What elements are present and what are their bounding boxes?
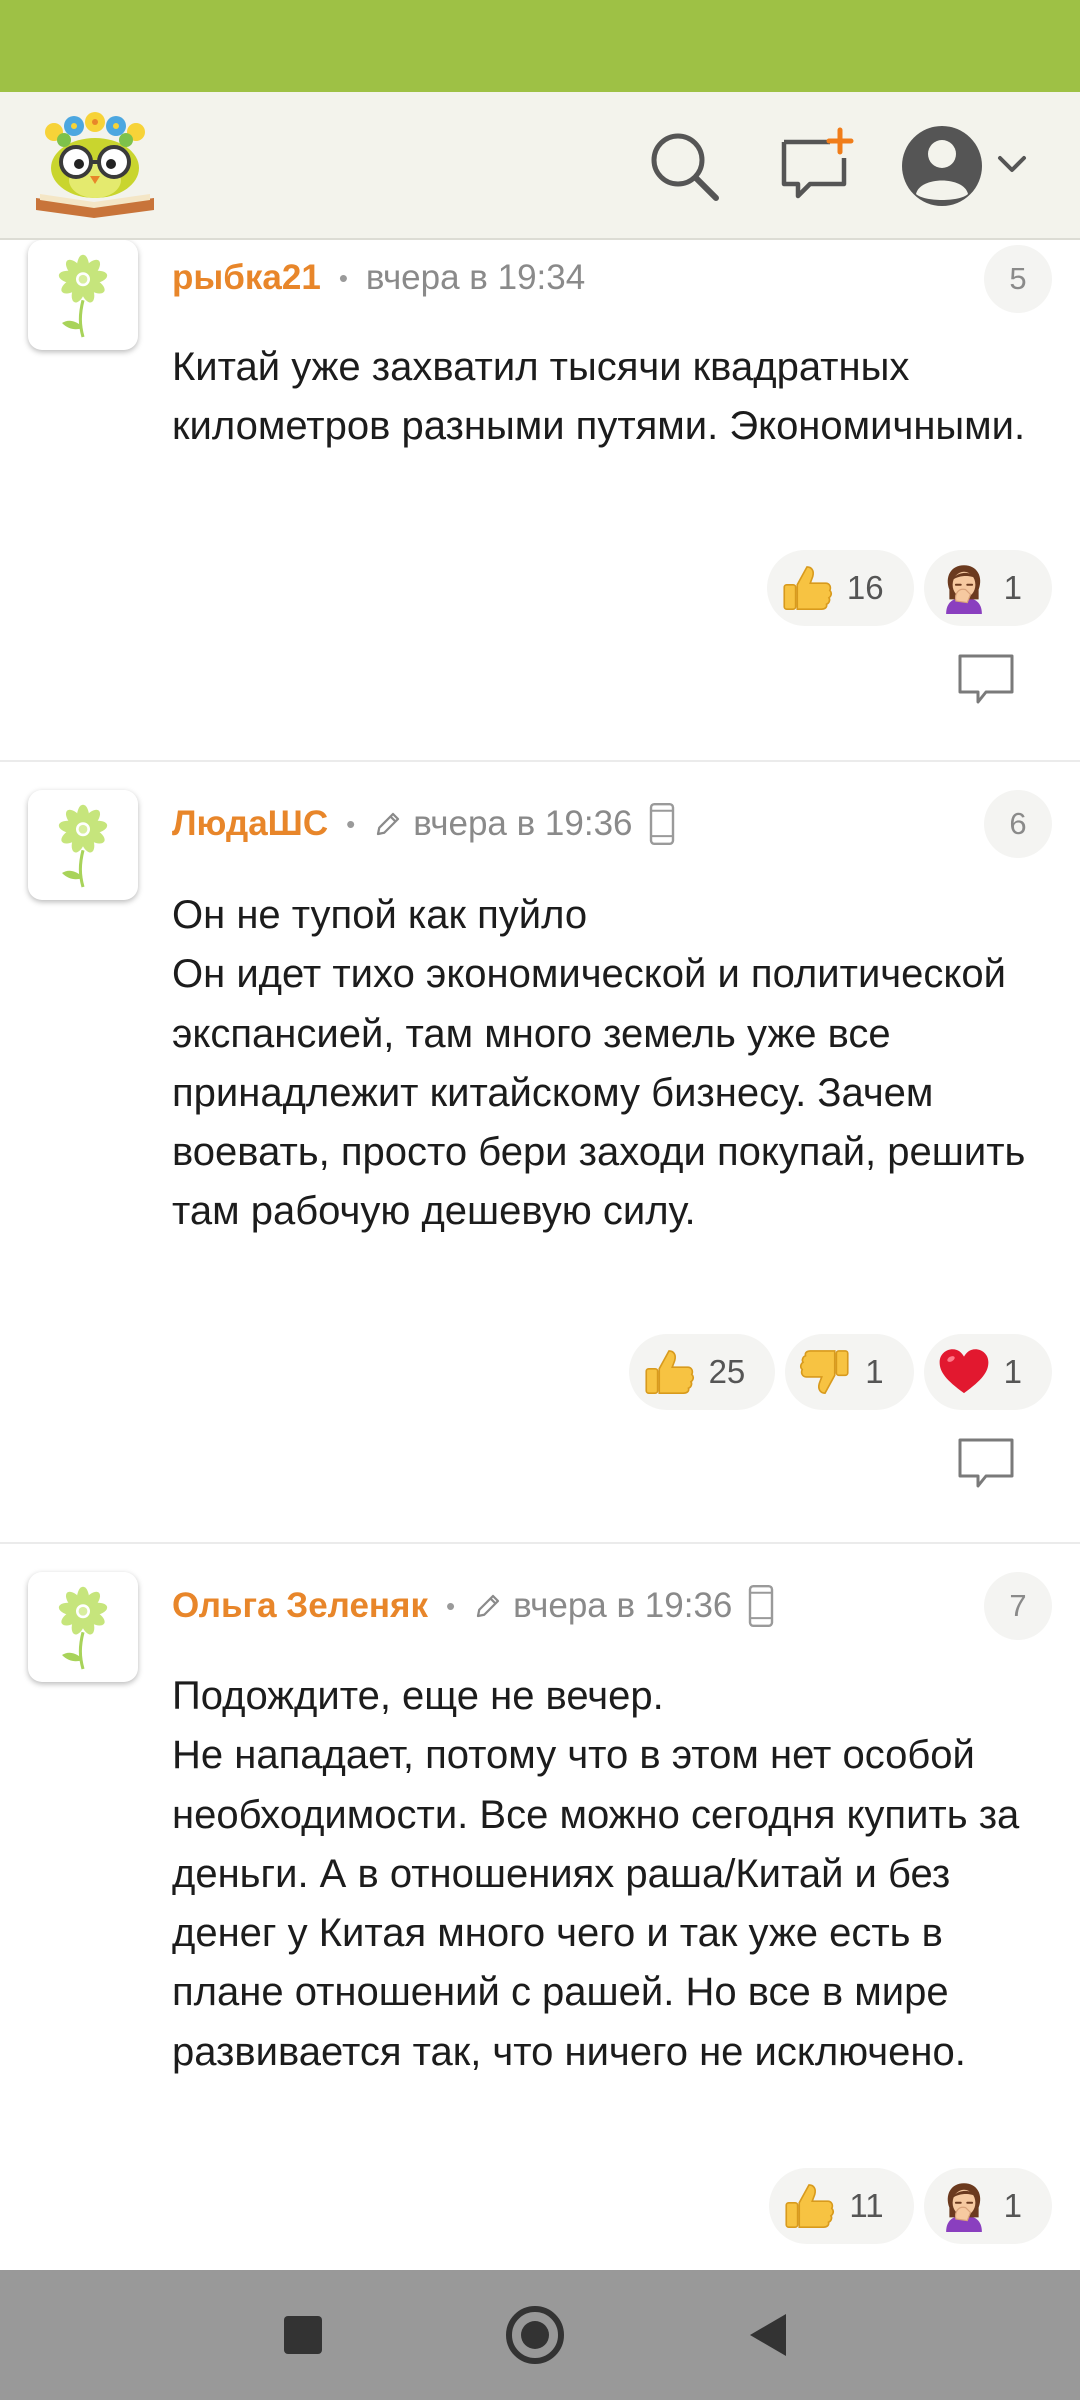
flower-avatar-icon	[48, 1582, 118, 1672]
pencil-icon	[373, 809, 403, 839]
avatar[interactable]	[28, 1572, 138, 1682]
reaction-thumbs-up[interactable]: 16	[766, 550, 914, 626]
reaction-count: 25	[708, 1353, 746, 1390]
facepalm-icon	[938, 562, 990, 614]
search-button[interactable]	[640, 122, 728, 210]
separator-dot: •	[346, 808, 356, 839]
thumbs-up-icon	[781, 562, 833, 614]
recents-square-icon[interactable]	[268, 2300, 338, 2370]
owl-logo-icon[interactable]	[30, 110, 160, 222]
separator-dot: •	[338, 262, 348, 293]
comment-number: 7	[984, 1572, 1052, 1640]
comment-item: рыбка21 • вчера в 19:34 5 Китай уже захв…	[0, 240, 1080, 762]
comment-text: Китай уже захватил тысячи квадратных кил…	[172, 345, 1026, 449]
comments-feed: рыбка21 • вчера в 19:34 5 Китай уже захв…	[0, 240, 1080, 2270]
reaction-count: 1	[865, 1353, 884, 1390]
mobile-phone-icon	[746, 1584, 776, 1628]
comment-meta: ЛюдаШС • вчера в 19:36	[172, 800, 677, 848]
reaction-thumbs-up[interactable]: 25	[628, 1334, 776, 1410]
profile-avatar-icon	[902, 126, 982, 206]
facepalm-icon	[938, 2180, 990, 2232]
comment-time: вчера в 19:36	[513, 1586, 733, 1625]
comment-meta: Ольга Зеленяк • вчера в 19:36	[172, 1582, 776, 1630]
reaction-facepalm[interactable]: 1	[923, 2168, 1052, 2244]
status-bar	[0, 0, 1080, 92]
thumbs-up-icon	[783, 2180, 835, 2232]
comment-text: Подождите, еще не вечер. Не нападает, по…	[172, 1674, 1020, 2074]
separator-dot: •	[446, 1590, 456, 1621]
reaction-heart[interactable]: 1	[923, 1334, 1052, 1410]
mobile-phone-icon	[647, 802, 677, 846]
reaction-thumbs-down[interactable]: 1	[785, 1334, 914, 1410]
back-triangle-icon[interactable]	[734, 2300, 804, 2370]
reply-icon[interactable]	[956, 652, 1016, 708]
top-toolbar	[0, 92, 1080, 240]
reactions-bar: 11 1	[769, 2168, 1052, 2244]
comment-time: вчера в 19:34	[365, 258, 586, 297]
chevron-down-icon	[998, 156, 1026, 172]
comment-item: Ольга Зеленяк • вчера в 19:36 7 Подождит…	[0, 1544, 1080, 2270]
reaction-thumbs-up[interactable]: 11	[769, 2168, 914, 2244]
comment-number: 6	[984, 790, 1052, 858]
reaction-count: 16	[846, 569, 884, 606]
reaction-count: 11	[849, 2187, 884, 2224]
avatar[interactable]	[28, 240, 138, 350]
reaction-facepalm[interactable]: 1	[923, 550, 1052, 626]
author-name[interactable]: Ольга Зеленяк	[172, 1586, 428, 1626]
reaction-count: 1	[1003, 1353, 1022, 1390]
flower-avatar-icon	[48, 250, 118, 340]
pencil-icon	[473, 1591, 503, 1621]
reaction-count: 1	[1003, 569, 1022, 606]
flower-avatar-icon	[48, 800, 118, 890]
reactions-bar: 25 1 1	[628, 1334, 1052, 1410]
avatar[interactable]	[28, 790, 138, 900]
comment-text: Он не тупой как пуйло Он идет тихо эконо…	[172, 893, 1026, 1234]
author-name[interactable]: рыбка21	[172, 258, 321, 298]
author-name[interactable]: ЛюдаШС	[172, 804, 328, 844]
profile-menu-button[interactable]	[896, 114, 1036, 218]
reaction-count: 1	[1003, 2187, 1022, 2224]
comment-time: вчера в 19:36	[413, 804, 633, 843]
reply-icon[interactable]	[956, 1436, 1016, 1492]
search-icon	[651, 133, 719, 201]
thumbs-down-icon	[799, 1346, 851, 1398]
reactions-bar: 16 1	[766, 550, 1052, 626]
comment-item: ЛюдаШС • вчера в 19:36 6 Он не тупой как…	[0, 762, 1080, 1544]
new-post-icon	[781, 127, 854, 199]
new-post-button[interactable]	[770, 122, 858, 210]
heart-icon	[938, 1346, 990, 1398]
system-navigation-bar	[0, 2270, 1080, 2400]
home-circle-icon[interactable]	[500, 2300, 570, 2370]
thumbs-up-icon	[643, 1346, 695, 1398]
comment-number: 5	[984, 245, 1052, 313]
comment-meta: рыбка21 • вчера в 19:34	[172, 254, 585, 302]
